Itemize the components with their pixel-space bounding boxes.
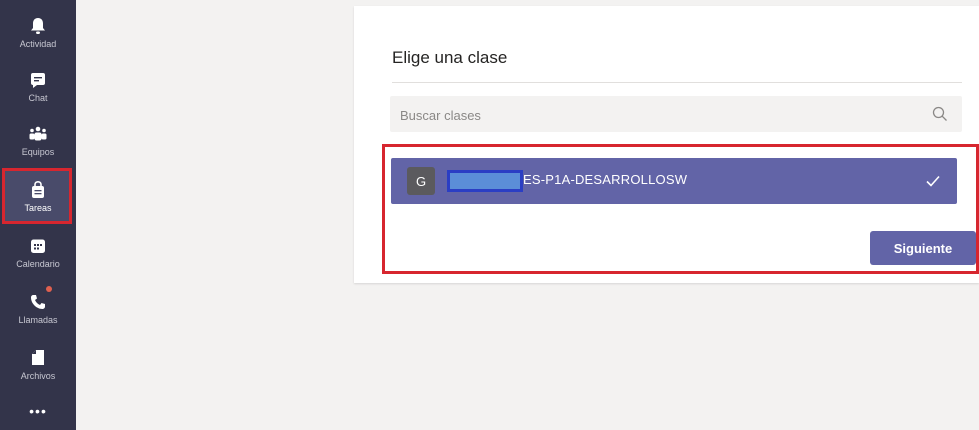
notification-dot	[46, 286, 52, 292]
class-list-item[interactable]: G ES-P1A-DESARROLLOSW	[391, 158, 957, 204]
rail-item-label: Llamadas	[18, 314, 58, 325]
rail-more-button[interactable]: •••	[4, 394, 72, 428]
assignments-highlight-box	[2, 168, 72, 224]
file-icon	[27, 347, 49, 369]
app-rail: Actividad Chat Equipos Tareas Calendario…	[0, 0, 76, 430]
divider	[392, 82, 962, 83]
rail-item-label: Archivos	[20, 370, 56, 381]
class-name: ES-P1A-DESARROLLOSW	[523, 172, 688, 187]
rail-item-label: Chat	[28, 92, 48, 103]
class-search	[390, 96, 962, 134]
rail-item-calendar[interactable]: Calendario	[4, 226, 72, 278]
checkmark-icon	[925, 173, 941, 189]
search-icon[interactable]	[932, 106, 948, 122]
teams-icon	[27, 123, 49, 145]
next-button[interactable]: Siguiente	[870, 231, 976, 265]
class-avatar: G	[407, 167, 435, 195]
rail-item-chat[interactable]: Chat	[4, 60, 72, 112]
rail-item-activity[interactable]: Actividad	[4, 6, 72, 58]
phone-icon	[27, 291, 49, 313]
more-icon: •••	[29, 403, 47, 419]
rail-item-label: Actividad	[19, 38, 57, 49]
rail-item-teams[interactable]: Equipos	[4, 114, 72, 166]
chat-icon	[27, 69, 49, 91]
calendar-icon	[27, 235, 49, 257]
rail-item-label: Calendario	[16, 258, 60, 269]
search-input[interactable]	[390, 96, 932, 134]
rail-item-files[interactable]: Archivos	[4, 338, 72, 390]
rail-item-label: Equipos	[21, 146, 55, 157]
rail-item-calls[interactable]: Llamadas	[4, 282, 72, 334]
dialog-title: Elige una clase	[392, 48, 508, 67]
bell-icon	[27, 15, 49, 37]
redaction-box	[447, 170, 523, 192]
choose-class-dialog: Elige una clase G ES-P1A-DESARROLLOSW Si…	[354, 6, 979, 283]
